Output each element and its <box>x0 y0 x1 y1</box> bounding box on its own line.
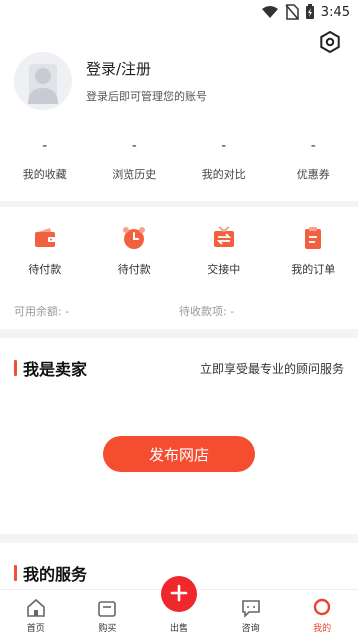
section-accent-bar <box>14 360 17 376</box>
section-accent-bar <box>14 565 17 581</box>
tab-label: 出售 <box>169 624 188 634</box>
exchange-icon <box>213 226 234 247</box>
order-in-transfer[interactable]: 交接中 <box>179 225 269 277</box>
order-label: 待付款 <box>28 263 62 276</box>
stat-label: 我的对比 <box>201 168 246 181</box>
profile-ring-icon <box>313 598 331 616</box>
order-label: 我的订单 <box>291 263 336 276</box>
balance-row: 可用余额: - 待收款项: - <box>14 303 344 319</box>
tab-label: 首页 <box>26 624 45 634</box>
wallet-icon <box>34 228 55 247</box>
order-label: 交接中 <box>207 263 241 276</box>
tab-label: 我的 <box>313 624 332 634</box>
tab-mine[interactable]: 我的 <box>286 590 358 638</box>
sell-fab-button[interactable] <box>160 576 197 612</box>
section-header: 我的服务 <box>14 561 87 585</box>
no-sim-icon <box>285 4 299 20</box>
stat-value: - <box>42 138 48 154</box>
status-bar: 3:45 <box>0 0 358 26</box>
order-pending-payment-2[interactable]: 待付款 <box>90 225 180 277</box>
profile-section: 登录/注册 登录后即可管理您的账号 - 我的收藏 - 浏览历史 - 我的对比 -… <box>0 26 358 201</box>
stat-coupons[interactable]: - 优惠券 <box>269 138 358 182</box>
status-time: 3:45 <box>320 4 350 20</box>
pending-receivable: 待收款项: - <box>179 305 235 318</box>
tab-label: 咨询 <box>241 624 260 634</box>
battery-charging-icon <box>305 4 314 19</box>
stat-label: 优惠券 <box>296 168 330 181</box>
tab-buy[interactable]: 购买 <box>72 590 144 638</box>
services-title: 我的服务 <box>23 565 88 584</box>
default-avatar-icon <box>28 64 58 104</box>
avatar[interactable] <box>14 52 72 110</box>
tab-label: 购买 <box>98 624 117 634</box>
stat-history[interactable]: - 浏览历史 <box>90 138 180 182</box>
wifi-icon <box>261 6 278 18</box>
my-orders[interactable]: 我的订单 <box>269 225 358 277</box>
stat-favorites[interactable]: - 我的收藏 <box>0 138 90 182</box>
orders-section: 待付款 待付款 交接中 我的订单 可用余额: - 待收款项: - <box>0 207 358 329</box>
order-row: 待付款 待付款 交接中 我的订单 <box>0 207 358 277</box>
settings-icon[interactable] <box>318 30 342 54</box>
order-label: 待付款 <box>117 263 151 276</box>
chat-icon <box>241 600 260 618</box>
seller-section: 我是卖家 立即享受最专业的顾问服务 发布网店 <box>0 338 358 534</box>
login-hint: 登录后即可管理您的账号 <box>86 90 207 103</box>
bottom-tab-bar: 首页 购买 出售 咨询 我的 <box>0 576 358 638</box>
status-icons: 3:45 <box>261 4 350 20</box>
login-register-link[interactable]: 登录/注册 <box>86 58 151 79</box>
stat-value: - <box>310 138 316 154</box>
stat-compare[interactable]: - 我的对比 <box>179 138 269 182</box>
tab-home[interactable]: 首页 <box>0 590 72 638</box>
stat-label: 我的收藏 <box>22 168 67 181</box>
order-pending-payment[interactable]: 待付款 <box>0 225 90 277</box>
stat-value: - <box>221 138 227 154</box>
shopping-bag-icon <box>98 601 117 617</box>
alarm-clock-icon <box>123 227 146 249</box>
stat-value: - <box>131 138 137 154</box>
clipboard-icon <box>305 227 322 249</box>
plus-icon <box>170 584 188 602</box>
stat-label: 浏览历史 <box>112 168 157 181</box>
available-balance: 可用余额: - <box>14 305 70 318</box>
publish-shop-button[interactable]: 发布网店 <box>103 436 255 472</box>
tab-consult[interactable]: 咨询 <box>215 590 287 638</box>
seller-title: 我是卖家 <box>23 360 88 379</box>
stats-row: - 我的收藏 - 浏览历史 - 我的对比 - 优惠券 <box>0 138 358 182</box>
seller-subtitle[interactable]: 立即享受最专业的顾问服务 <box>200 360 344 377</box>
section-header: 我是卖家 <box>14 356 87 380</box>
home-icon <box>26 598 45 617</box>
tab-sell[interactable]: 出售 <box>143 576 215 638</box>
